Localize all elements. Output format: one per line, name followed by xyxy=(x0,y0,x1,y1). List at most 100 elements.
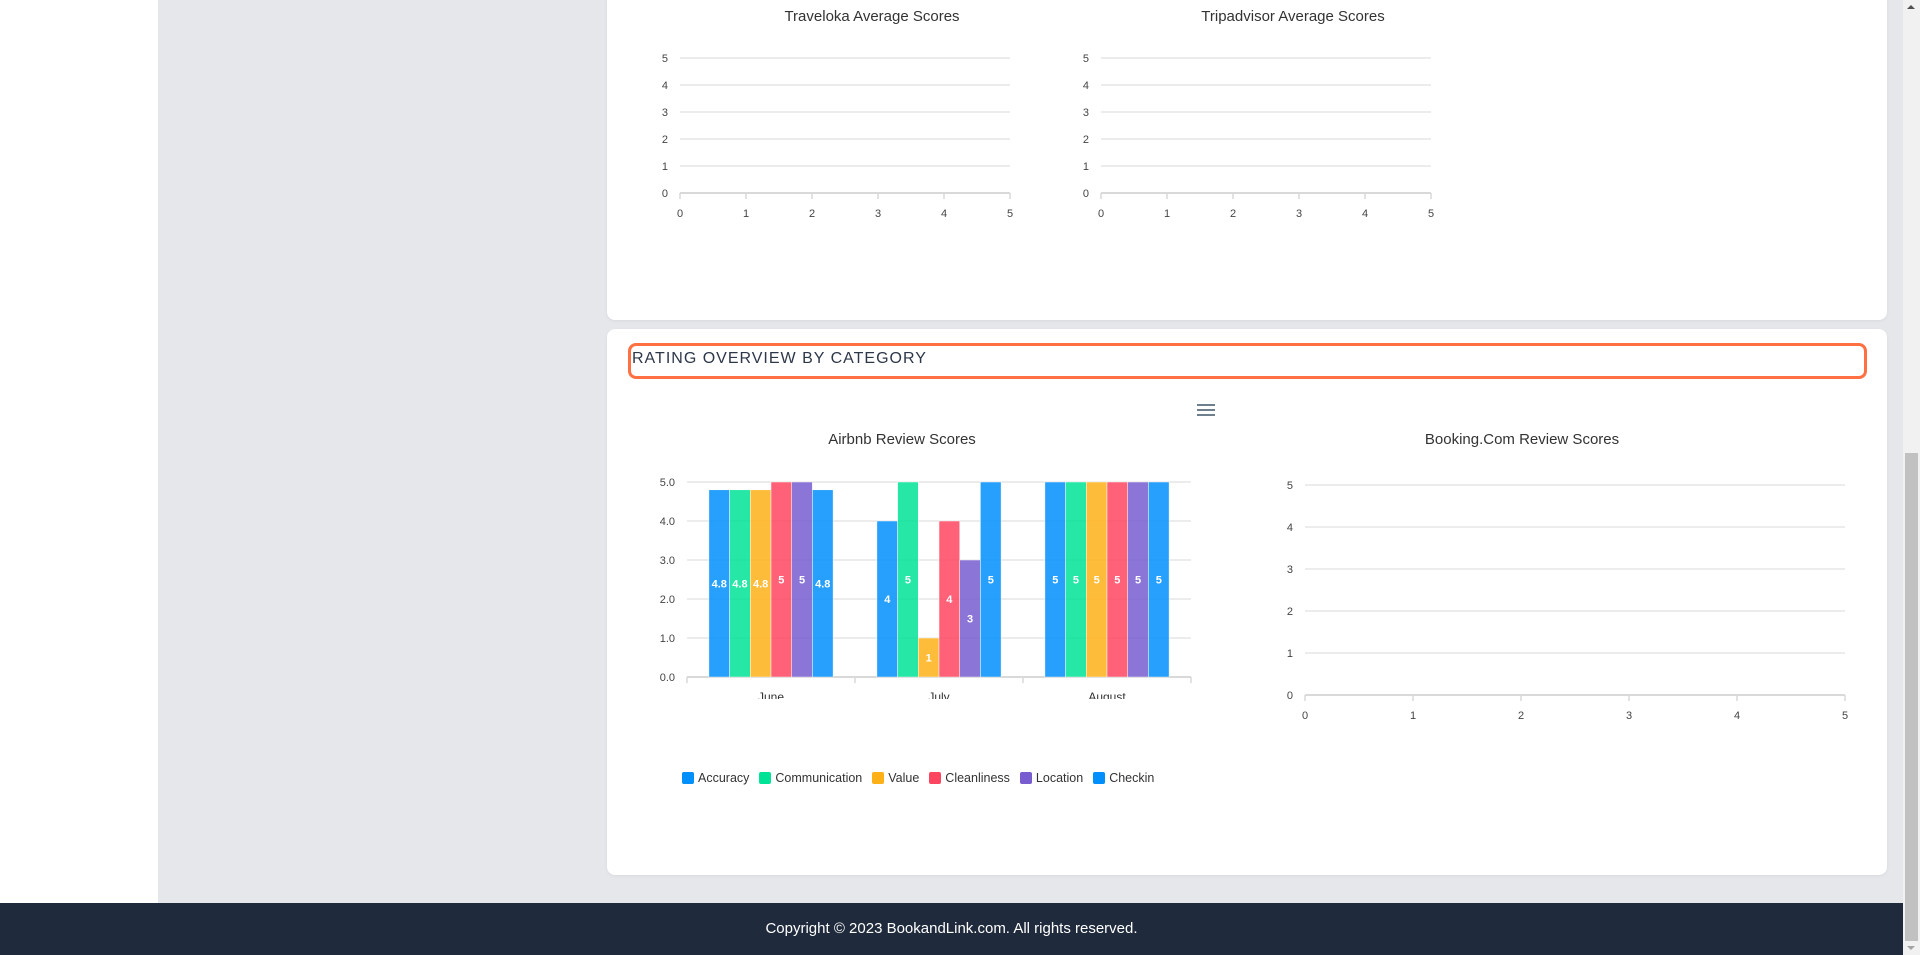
y-tick-label: 1.0 xyxy=(660,633,675,645)
legend-swatch xyxy=(682,772,694,784)
y-tick-label: 1 xyxy=(662,161,668,173)
scroll-thumb[interactable] xyxy=(1905,453,1918,941)
y-tick-label: 0 xyxy=(1083,188,1089,200)
bar-data-label: 5 xyxy=(1073,575,1079,587)
scrollbar[interactable] xyxy=(1903,0,1920,955)
booking-chart-title: Booking.Com Review Scores xyxy=(1424,431,1620,448)
y-tick-label: 3 xyxy=(662,107,668,119)
tripadvisor-chart: 0 1 2 3 4 5 0 1 2 3 4 5 xyxy=(1083,53,1434,220)
legend-label: Value xyxy=(888,771,920,785)
bar-data-label: 4 xyxy=(884,594,891,606)
x-category-label: June xyxy=(758,690,784,699)
x-tick-label: 2 xyxy=(809,208,815,220)
legend-swatch xyxy=(759,772,772,784)
bar-data-label: 3 xyxy=(967,614,973,626)
y-tick-label: 0 xyxy=(662,188,668,200)
bar-data-label: 5 xyxy=(1135,575,1141,587)
y-tick-label: 4 xyxy=(1287,522,1293,534)
airbnb-chart-title: Airbnb Review Scores xyxy=(828,431,976,448)
x-tick-label: 1 xyxy=(1410,710,1416,722)
bar-data-label: 5 xyxy=(988,575,994,587)
hamburger-menu-icon[interactable] xyxy=(1197,404,1215,418)
copyright-text: Copyright © 2023 BookandLink.com. All ri… xyxy=(765,920,1138,937)
legend-label: Location xyxy=(1035,771,1084,785)
x-tick-label: 3 xyxy=(1296,208,1302,220)
bar-data-label: 5 xyxy=(778,575,784,587)
scroll-down-arrow-icon[interactable] xyxy=(1907,946,1915,950)
y-tick-label: 5.0 xyxy=(660,477,675,489)
rating-overview-card: RATING OVERVIEW BY CATEGORY Airbnb Revie… xyxy=(607,329,1887,875)
y-tick-label: 2 xyxy=(1083,134,1089,146)
y-tick-label: 5 xyxy=(1287,480,1293,492)
legend-item-accuracy[interactable]: Accuracy xyxy=(682,771,749,785)
bar-data-label: 4 xyxy=(946,594,953,606)
y-tick-label: 3 xyxy=(1083,107,1089,119)
legend-item-communication[interactable]: Communication xyxy=(759,771,862,785)
bar-data-label: 1 xyxy=(926,653,932,665)
y-tick-label: 3 xyxy=(1287,564,1293,576)
x-tick-label: 4 xyxy=(941,208,947,220)
x-tick-label: 2 xyxy=(1230,208,1236,220)
legend-label: Accuracy xyxy=(698,771,750,785)
x-tick-label: 5 xyxy=(1428,208,1434,220)
section-title: RATING OVERVIEW BY CATEGORY xyxy=(628,343,1867,379)
legend-label: Cleanliness xyxy=(945,771,1010,785)
y-tick-label: 2.0 xyxy=(660,594,675,606)
x-category-label: July xyxy=(928,690,949,699)
x-category-label: August xyxy=(1088,690,1126,699)
x-tick-label: 0 xyxy=(1098,208,1104,220)
x-tick-label: 3 xyxy=(1626,710,1632,722)
legend-swatch xyxy=(1093,772,1106,784)
legend-item-location[interactable]: Location xyxy=(1019,771,1084,785)
legend-item-cleanliness[interactable]: Cleanliness xyxy=(929,771,1010,785)
airbnb-legend: Accuracy Communication Value Cleanliness Loc… xyxy=(682,771,1154,785)
legend-label: Communication xyxy=(775,771,863,785)
x-tick-label: 2 xyxy=(1518,710,1524,722)
legend-swatch xyxy=(1019,772,1032,784)
tripadvisor-chart-title: Tripadvisor Average Scores xyxy=(1201,8,1385,25)
y-tick-label: 0 xyxy=(1287,690,1293,702)
y-tick-label: 1 xyxy=(1083,161,1089,173)
legend-item-value[interactable]: Value xyxy=(872,771,919,785)
bar-data-label: 4.8 xyxy=(712,578,727,590)
y-tick-label: 2 xyxy=(1287,606,1293,618)
sidebar xyxy=(0,0,158,903)
bar-data-label: 4.8 xyxy=(732,578,747,590)
x-tick-label: 4 xyxy=(1734,710,1740,722)
bar-data-label: 5 xyxy=(1156,575,1162,587)
legend-item-checkin[interactable]: Checkin xyxy=(1093,771,1154,785)
legend-label: Checkin xyxy=(1109,771,1155,785)
y-tick-label: 1 xyxy=(1287,648,1293,660)
bar-data-label: 4.8 xyxy=(753,578,768,590)
bar-data-label: 5 xyxy=(1094,575,1100,587)
bar-data-label: 5 xyxy=(1052,575,1058,587)
bar-data-label: 5 xyxy=(1114,575,1120,587)
x-tick-label: 4 xyxy=(1362,208,1368,220)
airbnb-chart: 0.0 1.0 2.0 3.0 4.0 5.0 4.8 4.8 4.8 5 5 4.8 June 4 5 1 4… xyxy=(660,477,1192,699)
y-tick-label: 5 xyxy=(662,53,668,65)
legend-swatch xyxy=(872,772,885,784)
x-tick-label: 1 xyxy=(743,208,749,220)
x-tick-label: 5 xyxy=(1842,710,1848,722)
bar-data-label: 4.8 xyxy=(815,578,830,590)
x-tick-label: 0 xyxy=(677,208,683,220)
legend-swatch xyxy=(929,772,942,784)
x-tick-label: 0 xyxy=(1302,710,1308,722)
y-tick-label: 0.0 xyxy=(660,672,675,684)
y-tick-label: 4 xyxy=(1083,80,1089,92)
y-tick-label: 4.0 xyxy=(660,516,675,528)
booking-chart: 0 1 2 3 4 5 0 1 2 3 4 5 xyxy=(1287,480,1848,722)
average-scores-card: Traveloka Average Scores 0 1 2 3 4 5 0 1 2 3 4 5 Tr… xyxy=(607,0,1887,320)
y-tick-label: 4 xyxy=(662,80,668,92)
traveloka-chart: 0 1 2 3 4 5 0 1 2 3 4 5 xyxy=(662,53,1013,220)
bar-data-label: 5 xyxy=(799,575,805,587)
traveloka-chart-title: Traveloka Average Scores xyxy=(784,8,960,25)
footer: Copyright © 2023 BookandLink.com. All ri… xyxy=(0,903,1903,955)
y-tick-label: 5 xyxy=(1083,53,1089,65)
scroll-up-arrow-icon[interactable] xyxy=(1907,5,1915,9)
x-tick-label: 5 xyxy=(1007,208,1013,220)
x-tick-label: 1 xyxy=(1164,208,1170,220)
y-tick-label: 2 xyxy=(662,134,668,146)
bar-data-label: 5 xyxy=(905,575,911,587)
y-tick-label: 3.0 xyxy=(660,555,675,567)
